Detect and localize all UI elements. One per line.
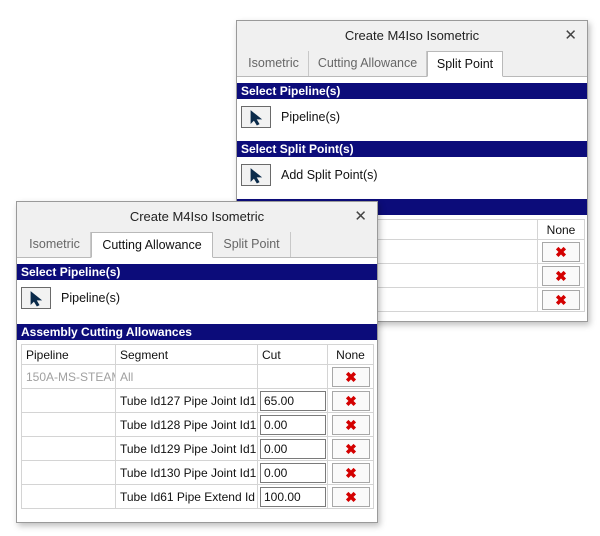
back-dialog-tabs: Isometric Cutting Allowance Split Point — [237, 51, 587, 77]
back-tab-split-point[interactable]: Split Point — [427, 51, 503, 77]
delete-icon[interactable]: ✖ — [332, 486, 370, 507]
front-dialog: Create M4Iso Isometric ✕ Isometric Cutti… — [16, 201, 378, 523]
delete-icon[interactable]: ✖ — [542, 289, 580, 310]
table-row[interactable]: Tube Id127 Pipe Joint Id1 65.00 ✖ — [21, 388, 374, 413]
back-tab-isometric[interactable]: Isometric — [239, 51, 309, 76]
cutting-allowance-table: Pipeline Segment Cut None 150A-MS-STEAM … — [21, 344, 374, 509]
back-dialog-title: Create M4Iso Isometric — [344, 28, 480, 43]
front-tab-split-point[interactable]: Split Point — [213, 232, 291, 257]
pipeline-cell — [21, 388, 116, 413]
col-header-pipeline: Pipeline — [21, 344, 116, 365]
front-pipelines-label: Pipeline(s) — [61, 291, 121, 305]
back-pipelines-row: Pipeline(s) — [237, 103, 587, 131]
front-pipelines-row: Pipeline(s) — [17, 284, 377, 312]
cut-input[interactable]: 100.00 — [260, 486, 326, 507]
delete-icon[interactable]: ✖ — [332, 414, 370, 435]
front-dialog-tabs: Isometric Cutting Allowance Split Point — [17, 232, 377, 258]
pipeline-cell: 150A-MS-STEAM — [21, 364, 116, 389]
pipeline-cell — [21, 484, 116, 509]
delete-icon[interactable]: ✖ — [332, 366, 370, 387]
arrow-cursor-icon — [250, 110, 263, 126]
back-dialog-close-icon[interactable]: ✕ — [564, 21, 577, 51]
front-dialog-title: Create M4Iso Isometric — [129, 209, 265, 224]
segment-cell: Tube Id127 Pipe Joint Id1 — [115, 388, 258, 413]
col-header-none: None — [537, 219, 585, 240]
delete-icon[interactable]: ✖ — [332, 438, 370, 459]
pipeline-cell — [21, 412, 116, 437]
cut-cell — [257, 364, 328, 389]
front-tab-cutting-allowance[interactable]: Cutting Allowance — [91, 232, 213, 258]
front-pipelines-pick-button[interactable] — [21, 287, 51, 309]
back-add-split-point-label: Add Split Point(s) — [281, 168, 378, 182]
front-tab-isometric[interactable]: Isometric — [19, 232, 91, 257]
segment-cell: Tube Id128 Pipe Joint Id1 — [115, 412, 258, 437]
col-header-segment: Segment — [115, 344, 258, 365]
front-dialog-close-icon[interactable]: ✕ — [354, 202, 367, 232]
back-tab-cutting-allowance[interactable]: Cutting Allowance — [309, 51, 427, 76]
back-add-split-point-button[interactable] — [241, 164, 271, 186]
delete-icon[interactable]: ✖ — [332, 462, 370, 483]
col-header-none: None — [327, 344, 374, 365]
cut-input[interactable]: 0.00 — [260, 414, 326, 435]
arrow-cursor-icon — [30, 291, 43, 307]
back-pipelines-label: Pipeline(s) — [281, 110, 341, 124]
table-header-row: Pipeline Segment Cut None — [21, 344, 374, 365]
back-section-select-pipelines: Select Pipeline(s) — [237, 83, 587, 99]
delete-icon[interactable]: ✖ — [542, 241, 580, 262]
delete-icon[interactable]: ✖ — [332, 390, 370, 411]
table-row[interactable]: Tube Id130 Pipe Joint Id1 0.00 ✖ — [21, 460, 374, 485]
segment-cell: All — [115, 364, 258, 389]
front-section-select-pipelines: Select Pipeline(s) — [17, 264, 377, 280]
table-row[interactable]: Tube Id61 Pipe Extend Id 100.00 ✖ — [21, 484, 374, 509]
col-header-cut: Cut — [257, 344, 328, 365]
segment-cell: Tube Id129 Pipe Joint Id1 — [115, 436, 258, 461]
back-split-row: Add Split Point(s) — [237, 161, 587, 189]
pipeline-cell — [21, 460, 116, 485]
table-row[interactable]: Tube Id129 Pipe Joint Id1 0.00 ✖ — [21, 436, 374, 461]
table-row[interactable]: Tube Id128 Pipe Joint Id1 0.00 ✖ — [21, 412, 374, 437]
back-section-select-split-points: Select Split Point(s) — [237, 141, 587, 157]
cut-input[interactable]: 0.00 — [260, 438, 326, 459]
cut-input[interactable]: 0.00 — [260, 462, 326, 483]
front-dialog-titlebar: Create M4Iso Isometric ✕ — [17, 202, 377, 232]
table-row[interactable]: 150A-MS-STEAM All ✖ — [21, 364, 374, 389]
delete-icon[interactable]: ✖ — [542, 265, 580, 286]
back-dialog-titlebar: Create M4Iso Isometric ✕ — [237, 21, 587, 51]
front-section-assembly-cutting-allowances: Assembly Cutting Allowances — [17, 324, 377, 340]
segment-cell: Tube Id61 Pipe Extend Id — [115, 484, 258, 509]
cut-input[interactable]: 65.00 — [260, 390, 326, 411]
segment-cell: Tube Id130 Pipe Joint Id1 — [115, 460, 258, 485]
back-pipelines-pick-button[interactable] — [241, 106, 271, 128]
pipeline-cell — [21, 436, 116, 461]
arrow-cursor-icon — [250, 168, 263, 184]
